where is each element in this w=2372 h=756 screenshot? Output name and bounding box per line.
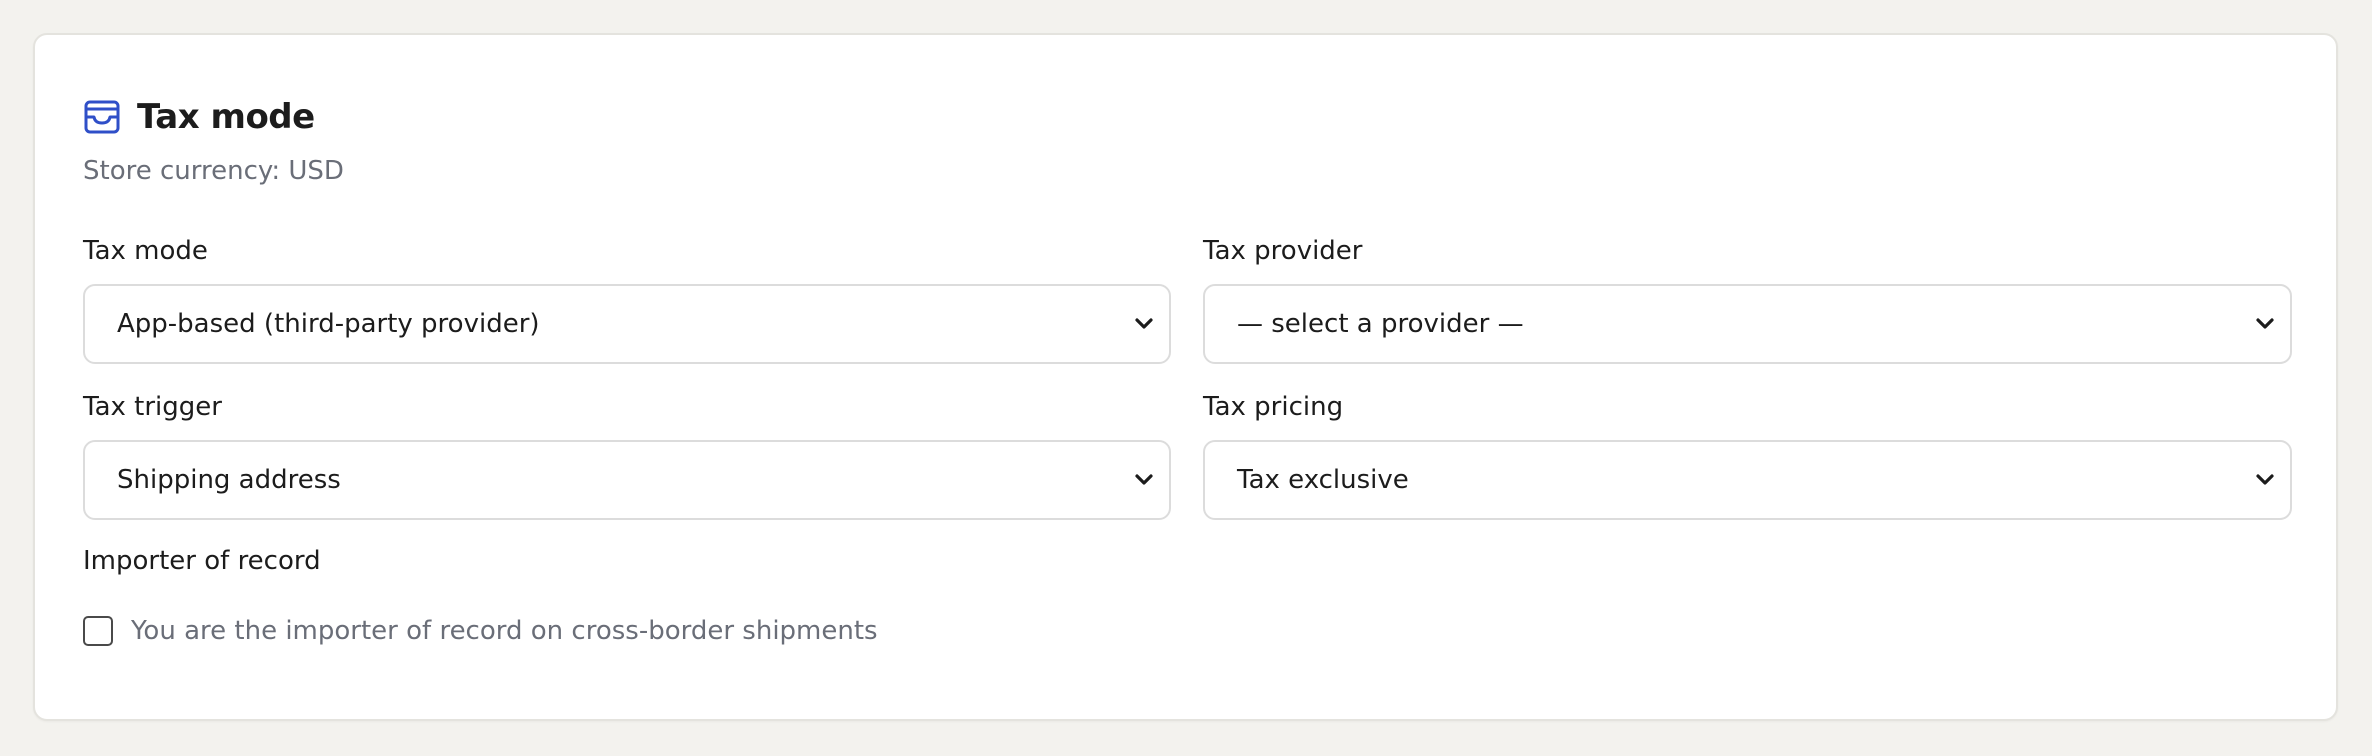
tax-pricing-value: Tax exclusive <box>1237 465 1409 495</box>
importer-of-record-checkbox-label[interactable]: You are the importer of record on cross-… <box>131 613 878 649</box>
section-title: Tax mode <box>137 97 315 137</box>
tax-pricing-label: Tax pricing <box>1203 392 1344 422</box>
tax-pricing-select[interactable]: Tax exclusive <box>1203 440 2292 520</box>
chevron-down-icon <box>2254 469 2276 491</box>
chevron-down-icon <box>1133 313 1155 335</box>
chevron-down-icon <box>2254 313 2276 335</box>
tax-trigger-label: Tax trigger <box>83 392 222 422</box>
tray-icon <box>83 98 121 136</box>
tax-trigger-value: Shipping address <box>117 465 341 495</box>
tax-provider-select[interactable]: — select a provider — <box>1203 284 2292 364</box>
tax-mode-select[interactable]: App-based (third-party provider) <box>83 284 1171 364</box>
tax-provider-value: — select a provider — <box>1237 309 1524 339</box>
tax-mode-value: App-based (third-party provider) <box>117 309 540 339</box>
tax-mode-label: Tax mode <box>83 236 208 266</box>
importer-of-record-checkbox[interactable] <box>83 616 113 646</box>
tax-mode-card: Tax mode Store currency: USD Tax mode Ap… <box>33 33 2338 721</box>
store-currency-text: Store currency: USD <box>83 156 344 186</box>
chevron-down-icon <box>1133 469 1155 491</box>
card-header: Tax mode <box>83 89 315 145</box>
importer-of-record-label: Importer of record <box>83 546 321 576</box>
importer-of-record-option: You are the importer of record on cross-… <box>83 613 878 649</box>
tax-trigger-select[interactable]: Shipping address <box>83 440 1171 520</box>
tax-provider-label: Tax provider <box>1203 236 1363 266</box>
